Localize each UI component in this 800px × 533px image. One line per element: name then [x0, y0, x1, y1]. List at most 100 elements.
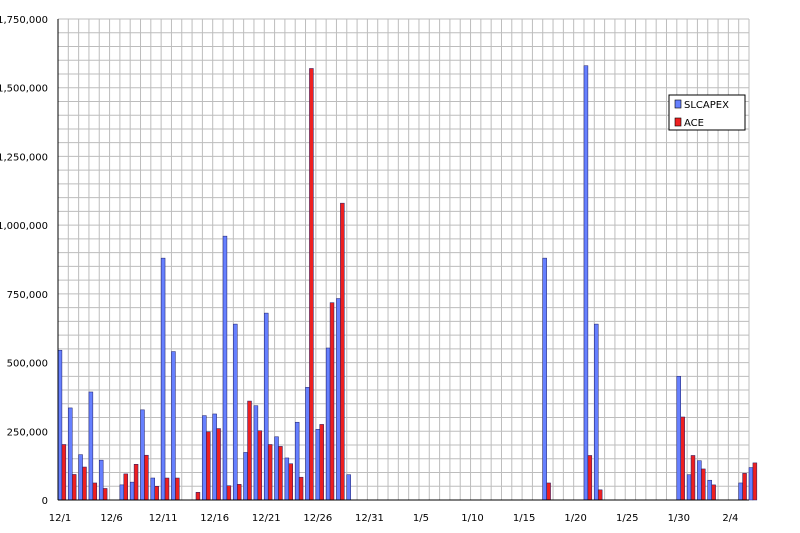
bar-ace-12/26	[319, 424, 324, 501]
bar-ace-12/14	[195, 492, 201, 501]
y-tick-label: 1,250,000	[0, 152, 48, 163]
bar-slcapex-1/30	[676, 376, 681, 501]
y-tick-label: 250,000	[7, 427, 48, 438]
bar-ace-12/12	[175, 477, 180, 501]
bar-ace-12/27	[329, 302, 335, 501]
bar-slcapex-12/15	[202, 415, 207, 501]
bar-ace-1/22	[597, 489, 603, 501]
legend-swatch-slcapex	[674, 99, 682, 109]
bar-slcapex-12/1	[57, 349, 63, 501]
bar-slcapex-undefined	[748, 467, 754, 501]
y-axis-tick-labels: 0 250,000 500,000 750,000 1,000,000 1,250,000…	[0, 15, 48, 507]
y-tick-label: 500,000	[7, 359, 48, 370]
x-tick-label: 12/6	[100, 513, 122, 524]
bar-slcapex-1/21	[583, 65, 589, 501]
bar-slcapex-12/2	[68, 407, 73, 501]
bar-slcapex-12/19	[243, 452, 248, 501]
bar-slcapex-1/22	[594, 323, 599, 501]
bar-ace-12/16	[216, 428, 221, 501]
y-tick-label: 1,750,000	[0, 15, 48, 26]
bar-ace-12/21	[267, 444, 273, 501]
bar-ace-12/2	[71, 474, 77, 501]
bar-ace-12/3	[82, 466, 87, 501]
x-tick-label: 1/5	[413, 513, 429, 524]
bar-slcapex-2/1	[697, 460, 702, 501]
x-tick-label: 12/11	[149, 513, 178, 524]
bar-ace-12/11	[164, 477, 170, 501]
bar-ace-12/24	[298, 476, 304, 501]
bar-slcapex-12/5	[99, 459, 104, 501]
bar-ace-1/21	[587, 455, 593, 501]
legend-label-slcapex: SLCAPEX	[684, 100, 729, 111]
bar-slcapex-12/10	[150, 477, 155, 501]
bar-ace-12/5	[102, 488, 108, 501]
bar-ace-12/22	[278, 446, 283, 501]
bar-chart: 0 250,000 500,000 750,000 1,000,000 1,250,000…	[0, 15, 758, 524]
x-axis-tick-labels: 12/1 12/6 12/11 12/16 12/21 12/26 12/31 1/5 1/10…	[49, 513, 739, 524]
bar-slcapex-12/3	[78, 454, 83, 501]
bar-ace-12/23	[288, 463, 293, 501]
bar-ace-12/10	[154, 486, 159, 501]
bar-slcapex-12/8	[129, 481, 135, 501]
legend-swatch-ace	[674, 117, 682, 127]
bar-ace-12/17	[226, 485, 232, 501]
bar-ace-12/1	[61, 444, 67, 501]
bar-ace-12/8	[133, 464, 139, 501]
x-tick-label: 12/16	[200, 513, 229, 524]
x-tick-label: 2/4	[722, 513, 738, 524]
x-tick-label: 12/26	[303, 513, 332, 524]
bar-slcapex-12/23	[284, 457, 290, 501]
bar-ace-2/5	[742, 473, 747, 501]
bar-slcapex-1/17	[542, 257, 547, 501]
bar-slcapex-12/24	[294, 421, 300, 501]
bar-slcapex-12/28	[336, 298, 341, 501]
x-tick-label: 1/25	[616, 513, 638, 524]
bar-ace-12/19	[247, 400, 252, 501]
bar-slcapex-12/29	[346, 474, 351, 501]
x-tick-label: 12/21	[252, 513, 281, 524]
bar-ace-12/15	[206, 431, 211, 501]
bar-ace-12/18	[237, 484, 242, 501]
y-tick-label: 1,000,000	[0, 221, 48, 232]
bar-ace-1/17	[546, 482, 551, 501]
bar-slcapex-2/2	[707, 479, 712, 501]
bar-ace-1/31	[690, 455, 696, 501]
legend-label-ace: ACE	[684, 118, 704, 129]
bar-ace-12/4	[92, 482, 98, 501]
bar-slcapex-12/16	[212, 413, 217, 501]
chart: 0 250,000 500,000 750,000 1,000,000 1,250,000…	[0, 0, 800, 529]
legend: SLCAPEX ACE	[668, 94, 746, 131]
bar-slcapex-1/31	[686, 474, 692, 501]
x-tick-label: 1/20	[564, 513, 586, 524]
bar-slcapex-2/5	[738, 482, 743, 501]
bar-slcapex-12/21	[264, 312, 269, 501]
bar-slcapex-12/9	[140, 409, 145, 501]
y-tick-label: 750,000	[7, 290, 48, 301]
bar-slcapex-12/26	[315, 429, 321, 501]
bar-slcapex-12/22	[274, 436, 279, 501]
x-tick-label: 1/15	[513, 513, 535, 524]
bar-ace-2/1	[701, 468, 706, 501]
bar-ace-1/30	[680, 416, 685, 501]
bar-slcapex-12/7	[119, 484, 125, 501]
bar-ace-12/7	[123, 473, 128, 501]
bar-ace-2/2	[711, 484, 716, 501]
x-tick-label: 1/10	[461, 513, 483, 524]
bar-ace-12/9	[144, 454, 149, 501]
x-tick-label: 12/1	[49, 513, 71, 524]
bar-slcapex-12/4	[88, 391, 94, 501]
x-tick-label: 1/30	[668, 513, 690, 524]
bar-ace-undefined	[752, 462, 758, 501]
bar-slcapex-12/25	[305, 387, 310, 501]
bar-slcapex-12/12	[171, 351, 176, 501]
bar-slcapex-12/11	[160, 257, 166, 501]
bar-ace-12/28	[340, 202, 345, 501]
bar-slcapex-12/18	[233, 323, 238, 501]
y-tick-label: 0	[42, 496, 48, 507]
y-tick-label: 1,500,000	[0, 84, 48, 95]
bar-slcapex-12/27	[325, 347, 331, 501]
bar-slcapex-12/20	[253, 405, 259, 501]
bar-ace-12/20	[257, 430, 263, 501]
bar-slcapex-12/17	[222, 235, 228, 501]
bar-ace-12/25	[309, 68, 314, 501]
